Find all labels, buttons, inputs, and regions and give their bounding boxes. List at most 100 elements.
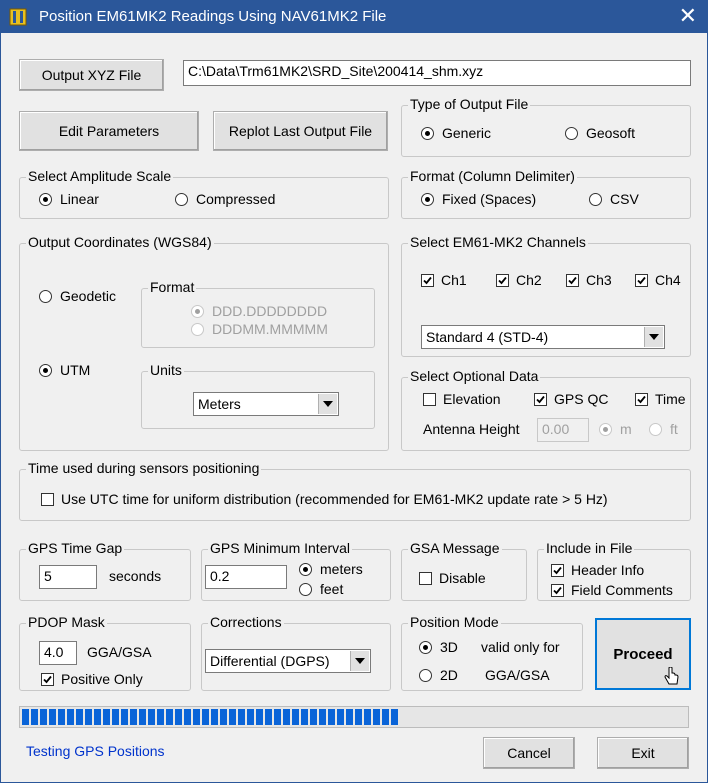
radio-geosoft[interactable]: Geosoft [565,125,635,141]
radio-format-dddmm-label: DDDMM.MMMMM [212,321,328,337]
radio-antenna-ft[interactable]: ft [649,421,678,437]
checkbox-box [566,273,579,287]
checkbox-ch4[interactable]: Ch4 [635,272,681,288]
progress-block [193,709,200,725]
replot-label: Replot Last Output File [228,123,373,139]
radio-format-ddd-label: DDD.DDDDDDDD [212,303,328,319]
progress-block [85,709,92,725]
exit-button[interactable]: Exit [597,737,689,769]
checkbox-box [419,571,432,585]
checkbox-utc-time[interactable]: Use UTC time for uniform distribution (r… [41,491,608,507]
progress-block [391,709,398,725]
edit-parameters-button[interactable]: Edit Parameters [19,111,199,151]
radio-antenna-ft-label: ft [670,421,678,437]
checkbox-gsa-disable[interactable]: Disable [419,570,486,586]
gps-min-interval-legend: GPS Minimum Interval [208,540,353,556]
progress-block [355,709,362,725]
checkbox-elevation[interactable]: Elevation [423,391,501,407]
radio-utm[interactable]: UTM [39,362,90,378]
pdop-field[interactable]: 4.0 [39,641,77,665]
radio-compressed-label: Compressed [196,191,276,207]
gps-time-gap-legend: GPS Time Gap [26,540,125,556]
radio-format-ddd[interactable]: DDD.DDDDDDDD [191,303,327,319]
radio-utm-label: UTM [60,362,91,378]
corrections-select[interactable]: Differential (DGPS) [205,649,371,673]
checkbox-ch1[interactable]: Ch1 [421,272,467,288]
output-path-field[interactable]: C:\Data\Trm61MK2\SRD_Site\200414_shm.xyz [183,60,691,86]
radio-meters-label: meters [320,561,363,577]
radio-linear-label: Linear [60,191,99,207]
radio-dot [421,192,434,206]
output-xyz-button-label: Output XYZ File [41,67,142,83]
edit-parameters-label: Edit Parameters [58,123,160,139]
units-select[interactable]: Meters [193,392,339,416]
radio-3d[interactable]: 3D [419,639,458,655]
progress-block [157,709,164,725]
progress-block [166,709,173,725]
progress-block [58,709,65,725]
proceed-label: Proceed [613,645,673,663]
radio-fixed-spaces[interactable]: Fixed (Spaces) [421,191,536,207]
radio-csv[interactable]: CSV [589,191,639,207]
radio-format-dddmm[interactable]: DDDMM.MMMMM [191,321,328,337]
radio-feet[interactable]: feet [299,581,343,597]
radio-geodetic-label: Geodetic [60,288,117,304]
gps-min-interval-field[interactable]: 0.2 [205,565,287,589]
radio-dot [565,126,578,140]
checkbox-box [496,273,509,287]
chevron-down-icon [644,327,663,347]
checkbox-positive-only[interactable]: Positive Only [41,671,143,687]
position-mode-legend: Position Mode [408,614,501,630]
replot-button[interactable]: Replot Last Output File [213,111,388,151]
radio-meters[interactable]: meters [299,561,363,577]
progress-block [373,709,380,725]
progress-block [283,709,290,725]
output-xyz-button[interactable]: Output XYZ File [19,59,164,91]
channel-preset-select[interactable]: Standard 4 (STD-4) [421,325,665,349]
position-mode-note-2: GGA/GSA [485,667,550,683]
chevron-down-icon [318,394,337,414]
checkbox-ch3[interactable]: Ch3 [566,272,612,288]
progress-fill [22,709,406,725]
close-icon[interactable]: ✕ [679,4,697,28]
checkbox-ch2-label: Ch2 [516,272,542,288]
progress-block [319,709,326,725]
radio-linear[interactable]: Linear [39,191,99,207]
checkbox-field-comments[interactable]: Field Comments [551,582,673,598]
progress-block [139,709,146,725]
amplitude-scale-legend: Select Amplitude Scale [26,168,174,184]
radio-geodetic[interactable]: Geodetic [39,288,116,304]
radio-antenna-m[interactable]: m [599,421,632,437]
progress-block [184,709,191,725]
checkbox-time[interactable]: Time [635,391,686,407]
checkbox-gps-qc[interactable]: GPS QC [534,391,608,407]
radio-compressed[interactable]: Compressed [175,191,275,207]
checkbox-utc-time-label: Use UTC time for uniform distribution (r… [61,491,608,507]
progress-bar [19,706,689,728]
checkbox-header-info[interactable]: Header Info [551,562,644,578]
status-text: Testing GPS Positions [26,743,165,759]
window-title: Position EM61MK2 Readings Using NAV61MK2… [39,8,387,25]
checkbox-ch3-label: Ch3 [586,272,612,288]
progress-block [220,709,227,725]
coord-format-legend: Format [148,279,197,295]
pdop-mask-legend: PDOP Mask [26,614,107,630]
output-coordinates-legend: Output Coordinates (WGS84) [26,234,214,250]
progress-block [301,709,308,725]
progress-block [67,709,74,725]
radio-dot [299,582,312,596]
radio-generic[interactable]: Generic [421,125,491,141]
radio-dot [419,640,432,654]
proceed-button[interactable]: Proceed [595,618,691,690]
checkbox-box [421,273,434,287]
checkbox-ch4-label: Ch4 [655,272,681,288]
checkbox-ch2[interactable]: Ch2 [496,272,542,288]
radio-2d[interactable]: 2D [419,667,458,683]
cancel-label: Cancel [507,745,551,761]
radio-dot [421,126,434,140]
radio-dot [299,562,312,576]
gps-time-gap-field[interactable]: 5 [39,565,97,589]
antenna-height-field[interactable]: 0.00 [537,418,589,442]
radio-dot [649,422,662,436]
cancel-button[interactable]: Cancel [483,737,575,769]
